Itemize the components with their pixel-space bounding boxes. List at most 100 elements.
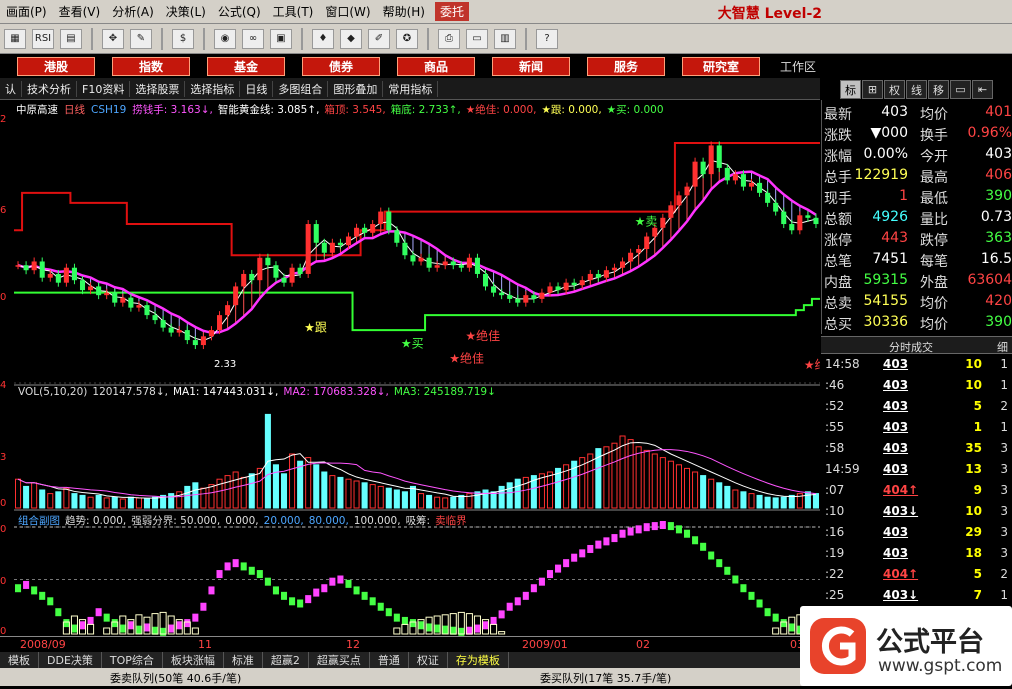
template-tab-9[interactable]: 存为模板 [448, 652, 509, 668]
display-icon[interactable]: ▦ [4, 28, 26, 49]
menu-item-5[interactable]: 工具(T) [267, 3, 320, 20]
analysis-tab-1[interactable]: 技术分析 [22, 80, 77, 97]
analysis-tab-3[interactable]: 选择股票 [130, 80, 186, 97]
menu-item-6[interactable]: 窗口(W) [319, 3, 376, 20]
menu-item-4[interactable]: 公式(Q) [212, 3, 267, 20]
quote-label: 内盘 [824, 275, 852, 291]
candle-body [426, 257, 432, 268]
rsi-button[interactable]: RSI [32, 28, 54, 49]
market-tab-1[interactable]: 指数 [112, 56, 190, 76]
menu-item-0[interactable]: 画面(P) [0, 3, 53, 20]
analysis-tab-5[interactable]: 日线 [240, 80, 274, 97]
volume-bar [176, 491, 183, 509]
template-tab-0[interactable]: 模板 [0, 652, 39, 668]
candle-body [63, 267, 69, 283]
right-tab-1[interactable]: ⊞ [862, 80, 883, 99]
trend-marker [248, 566, 255, 575]
signal-label: ★买 [401, 337, 424, 351]
bell-icon[interactable]: ♦ [312, 28, 334, 49]
volume-bar [780, 496, 787, 509]
books-icon[interactable]: ▥ [494, 28, 516, 49]
right-tab-0[interactable]: 标 [840, 80, 861, 99]
volume-bar [418, 493, 425, 509]
weituo-button[interactable]: 委托 [434, 2, 469, 21]
binoculars-icon[interactable]: ∞ [242, 28, 264, 49]
right-tab-5[interactable]: ▭ [950, 80, 971, 99]
template-tab-7[interactable]: 普通 [370, 652, 409, 668]
analysis-tab-8[interactable]: 常用指标 [383, 80, 439, 97]
workspace-label[interactable]: 工作区 [780, 58, 816, 75]
right-tab-4[interactable]: 移 [928, 80, 949, 99]
market-tab-5[interactable]: 新闻 [492, 56, 570, 76]
trade-detail-toggle[interactable]: 细 [997, 339, 1008, 355]
right-tab-6[interactable]: ⇤ [972, 80, 993, 99]
alert-icon[interactable]: ◆ [340, 28, 362, 49]
candle-body [748, 182, 755, 187]
analysis-tab-0[interactable]: 认 [0, 80, 22, 97]
template-tab-2[interactable]: TOP综合 [102, 652, 163, 668]
trend-marker [748, 591, 755, 600]
candle-body [362, 227, 368, 233]
doc-icon[interactable]: ▣ [270, 28, 292, 49]
trend-marker [708, 551, 715, 560]
volume-bar [667, 460, 674, 509]
volume-bar [208, 484, 215, 509]
market-tab-4[interactable]: 商品 [397, 56, 475, 76]
menu-item-2[interactable]: 分析(A) [106, 3, 160, 20]
market-tab-7[interactable]: 研究室 [682, 56, 760, 76]
right-tab-2[interactable]: 权 [884, 80, 905, 99]
market-tab-3[interactable]: 债券 [302, 56, 380, 76]
volume-bar [377, 485, 384, 509]
template-tab-6[interactable]: 超赢买点 [309, 652, 370, 668]
star-icon[interactable]: ✪ [396, 28, 418, 49]
ruler-icon[interactable]: ✎ [130, 28, 152, 49]
analysis-tab-4[interactable]: 选择指标 [185, 80, 241, 97]
window-icon[interactable]: ▭ [466, 28, 488, 49]
trade-detail-header[interactable]: 分时成交 细 [821, 336, 1012, 354]
trade-volume: 10 [965, 504, 982, 518]
chart-area[interactable]: ★跟★买★绝佳★卖★绝佳★绝佳★跟2.33 [14, 100, 820, 636]
volume-bar [522, 476, 529, 509]
template-tab-8[interactable]: 权证 [409, 652, 448, 668]
analysis-tab-6[interactable]: 多图组合 [273, 80, 329, 97]
right-tab-3[interactable]: 线 [906, 80, 927, 99]
candle-body [732, 174, 738, 181]
trend-marker [563, 559, 570, 568]
print-icon[interactable]: ⎙ [438, 28, 460, 49]
analysis-tab-7[interactable]: 图形叠加 [328, 80, 384, 97]
help-icon[interactable]: ? [536, 28, 558, 49]
market-tab-6[interactable]: 服务 [587, 56, 665, 76]
menu-item-3[interactable]: 决策(L) [160, 3, 212, 20]
template-tab-5[interactable]: 超赢2 [263, 652, 309, 668]
candle-body [708, 145, 714, 175]
pen-icon[interactable]: ✐ [368, 28, 390, 49]
market-tab-2[interactable]: 基金 [207, 56, 285, 76]
trend-marker [772, 613, 779, 622]
trade-price: 403 [883, 378, 909, 392]
template-tab-4[interactable]: 标准 [224, 652, 263, 668]
quote-row: 现手 1 最低 390 [824, 188, 1012, 209]
legend-period: 日线 [64, 104, 85, 116]
volume-bar [369, 484, 376, 509]
template-tab-1[interactable]: DDE决策 [39, 652, 102, 668]
template-tab-3[interactable]: 板块涨幅 [163, 652, 224, 668]
crosshair-icon[interactable]: ✥ [102, 28, 124, 49]
volume-bar [716, 482, 723, 509]
menu-item-7[interactable]: 帮助(H) [377, 3, 431, 20]
volume-bar [192, 482, 199, 509]
dollar-icon[interactable]: $ [172, 28, 194, 49]
trade-time: :07 [825, 483, 845, 497]
quote-row: 总额 4926 量比 0.73 [824, 209, 1012, 230]
menu-item-1[interactable]: 查看(V) [53, 3, 107, 20]
analysis-tab-2[interactable]: F10资料 [77, 80, 131, 97]
quote-value: 403 [881, 104, 908, 120]
quote-value: 1 [899, 188, 908, 204]
grid-icon[interactable]: ▤ [60, 28, 82, 49]
candle-body [71, 267, 77, 281]
market-tab-0[interactable]: 港股 [17, 56, 95, 76]
candle-body [184, 330, 190, 341]
eye-icon[interactable]: ◉ [214, 28, 236, 49]
volume-bar [538, 473, 545, 509]
accumulation-bar [103, 627, 111, 635]
legend-item: 箱底: 2.733↑, [390, 104, 461, 116]
